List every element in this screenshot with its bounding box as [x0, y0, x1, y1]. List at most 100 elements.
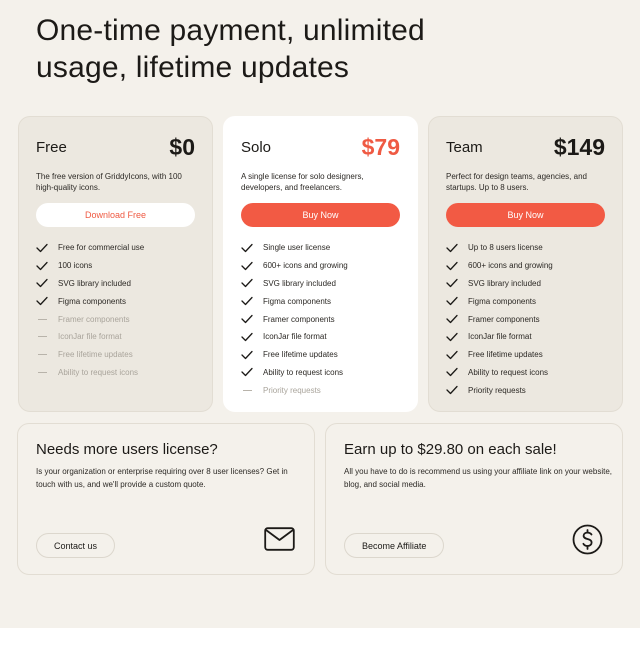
- feature-label: Free for commercial use: [58, 243, 145, 253]
- check-icon: [241, 350, 263, 360]
- check-icon: [446, 385, 468, 395]
- feature-label: Priority requests: [263, 385, 321, 395]
- dash-icon: [36, 318, 58, 320]
- plan-description: Perfect for design teams, agencies, and …: [446, 172, 587, 192]
- feature-item: Figma components: [446, 292, 553, 310]
- feature-label: Single user license: [263, 243, 331, 253]
- plan-description: The free version of GriddyIcons, with 10…: [36, 172, 182, 192]
- feature-item: 100 icons: [36, 257, 144, 275]
- promo-text: Is your organization or enterprise requi…: [36, 467, 288, 489]
- plan-card-team: Team $149 Perfect for design teams, agen…: [428, 116, 623, 412]
- feature-item: Framer components: [36, 310, 144, 328]
- check-icon: [36, 278, 58, 288]
- feature-label: SVG library included: [263, 278, 336, 288]
- feature-label: 100 icons: [58, 261, 93, 271]
- check-icon: [241, 278, 263, 288]
- feature-item: Framer components: [241, 310, 348, 328]
- feature-item: SVG library included: [241, 275, 348, 293]
- page-headline: One-time payment, unlimited usage, lifet…: [36, 14, 425, 84]
- check-icon: [36, 261, 58, 271]
- plan-description: A single license for solo designers, dev…: [241, 172, 364, 192]
- feature-label: Figma components: [58, 296, 127, 306]
- dash-icon: [36, 371, 58, 373]
- feature-item: SVG library included: [446, 275, 553, 293]
- feature-label: SVG library included: [58, 278, 131, 288]
- dash-icon: [241, 389, 263, 391]
- check-icon: [241, 296, 263, 306]
- pricing-page: One-time payment, unlimited usage, lifet…: [0, 0, 640, 628]
- feature-item: Ability to request icons: [241, 364, 348, 382]
- affiliate-card: Earn up to $29.80 on each sale! All you …: [325, 423, 623, 575]
- feature-item: Free for commercial use: [36, 239, 144, 257]
- feature-label: IconJar file format: [263, 332, 327, 342]
- feature-item: 600+ icons and growing: [446, 257, 553, 275]
- feature-label: Framer components: [468, 314, 540, 324]
- check-icon: [36, 296, 58, 306]
- download-free-button[interactable]: Download Free: [36, 203, 195, 227]
- feature-item: IconJar file format: [36, 328, 144, 346]
- feature-label: 600+ icons and growing: [263, 261, 348, 271]
- feature-item: Free lifetime updates: [241, 346, 348, 364]
- check-icon: [446, 314, 468, 324]
- feature-label: Free lifetime updates: [58, 350, 133, 360]
- check-icon: [446, 367, 468, 377]
- plan-name: Team: [446, 139, 483, 156]
- feature-list: Single user license 600+ icons and growin…: [241, 239, 348, 399]
- feature-item: Figma components: [241, 292, 348, 310]
- feature-item: Single user license: [241, 239, 348, 257]
- dash-icon: [36, 354, 58, 356]
- promo-title: Earn up to $29.80 on each sale!: [344, 441, 557, 458]
- feature-label: Free lifetime updates: [468, 350, 543, 360]
- check-icon: [446, 243, 468, 253]
- feature-item: IconJar file format: [446, 328, 553, 346]
- plan-price: $149: [553, 134, 605, 160]
- check-icon: [446, 332, 468, 342]
- feature-item: Framer components: [446, 310, 553, 328]
- feature-item: Ability to request icons: [36, 364, 144, 382]
- check-icon: [241, 243, 263, 253]
- feature-label: IconJar file format: [468, 332, 532, 342]
- buy-team-button[interactable]: Buy Now: [446, 203, 605, 227]
- dollar-coin-icon: [572, 524, 603, 560]
- check-icon: [446, 296, 468, 306]
- check-icon: [446, 278, 468, 288]
- buy-solo-button[interactable]: Buy Now: [241, 203, 400, 227]
- feature-label: SVG library included: [468, 278, 541, 288]
- plan-price: $0: [169, 134, 195, 160]
- feature-item: 600+ icons and growing: [241, 257, 348, 275]
- dash-icon: [36, 336, 58, 338]
- promo-text: All you have to do is recommend us using…: [344, 467, 612, 489]
- check-icon: [241, 367, 263, 377]
- plan-card-free: Free $0 The free version of GriddyIcons,…: [18, 116, 213, 412]
- feature-item: Free lifetime updates: [446, 346, 553, 364]
- feature-label: Framer components: [263, 314, 335, 324]
- feature-label: Figma components: [468, 296, 537, 306]
- contact-us-button[interactable]: Contact us: [36, 533, 116, 558]
- check-icon: [241, 261, 263, 271]
- feature-label: Free lifetime updates: [263, 350, 338, 360]
- feature-item: IconJar file format: [241, 328, 348, 346]
- feature-item: Priority requests: [446, 381, 553, 399]
- check-icon: [446, 261, 468, 271]
- feature-list: Free for commercial use 100 icons SVG libr…: [36, 239, 144, 381]
- feature-item: Priority requests: [241, 381, 348, 399]
- feature-item: Up to 8 users license: [446, 239, 553, 257]
- plan-price: $79: [361, 134, 400, 160]
- feature-label: Ability to request icons: [263, 367, 344, 377]
- plan-name: Solo: [241, 139, 272, 156]
- feature-label: IconJar file format: [58, 332, 122, 342]
- promo-title: Needs more users license?: [36, 441, 218, 458]
- feature-label: Up to 8 users license: [468, 243, 543, 253]
- check-icon: [36, 243, 58, 253]
- plan-name: Free: [36, 139, 67, 156]
- become-affiliate-button[interactable]: Become Affiliate: [344, 533, 445, 558]
- feature-label: Priority requests: [468, 385, 526, 395]
- plan-card-solo: Solo $79 A single license for solo desig…: [223, 116, 418, 412]
- check-icon: [241, 332, 263, 342]
- feature-item: Figma components: [36, 292, 144, 310]
- feature-label: Ability to request icons: [58, 367, 139, 377]
- feature-item: SVG library included: [36, 275, 144, 293]
- feature-label: Ability to request icons: [468, 367, 549, 377]
- envelope-icon: [264, 527, 295, 556]
- feature-list: Up to 8 users license 600+ icons and grow…: [446, 239, 553, 399]
